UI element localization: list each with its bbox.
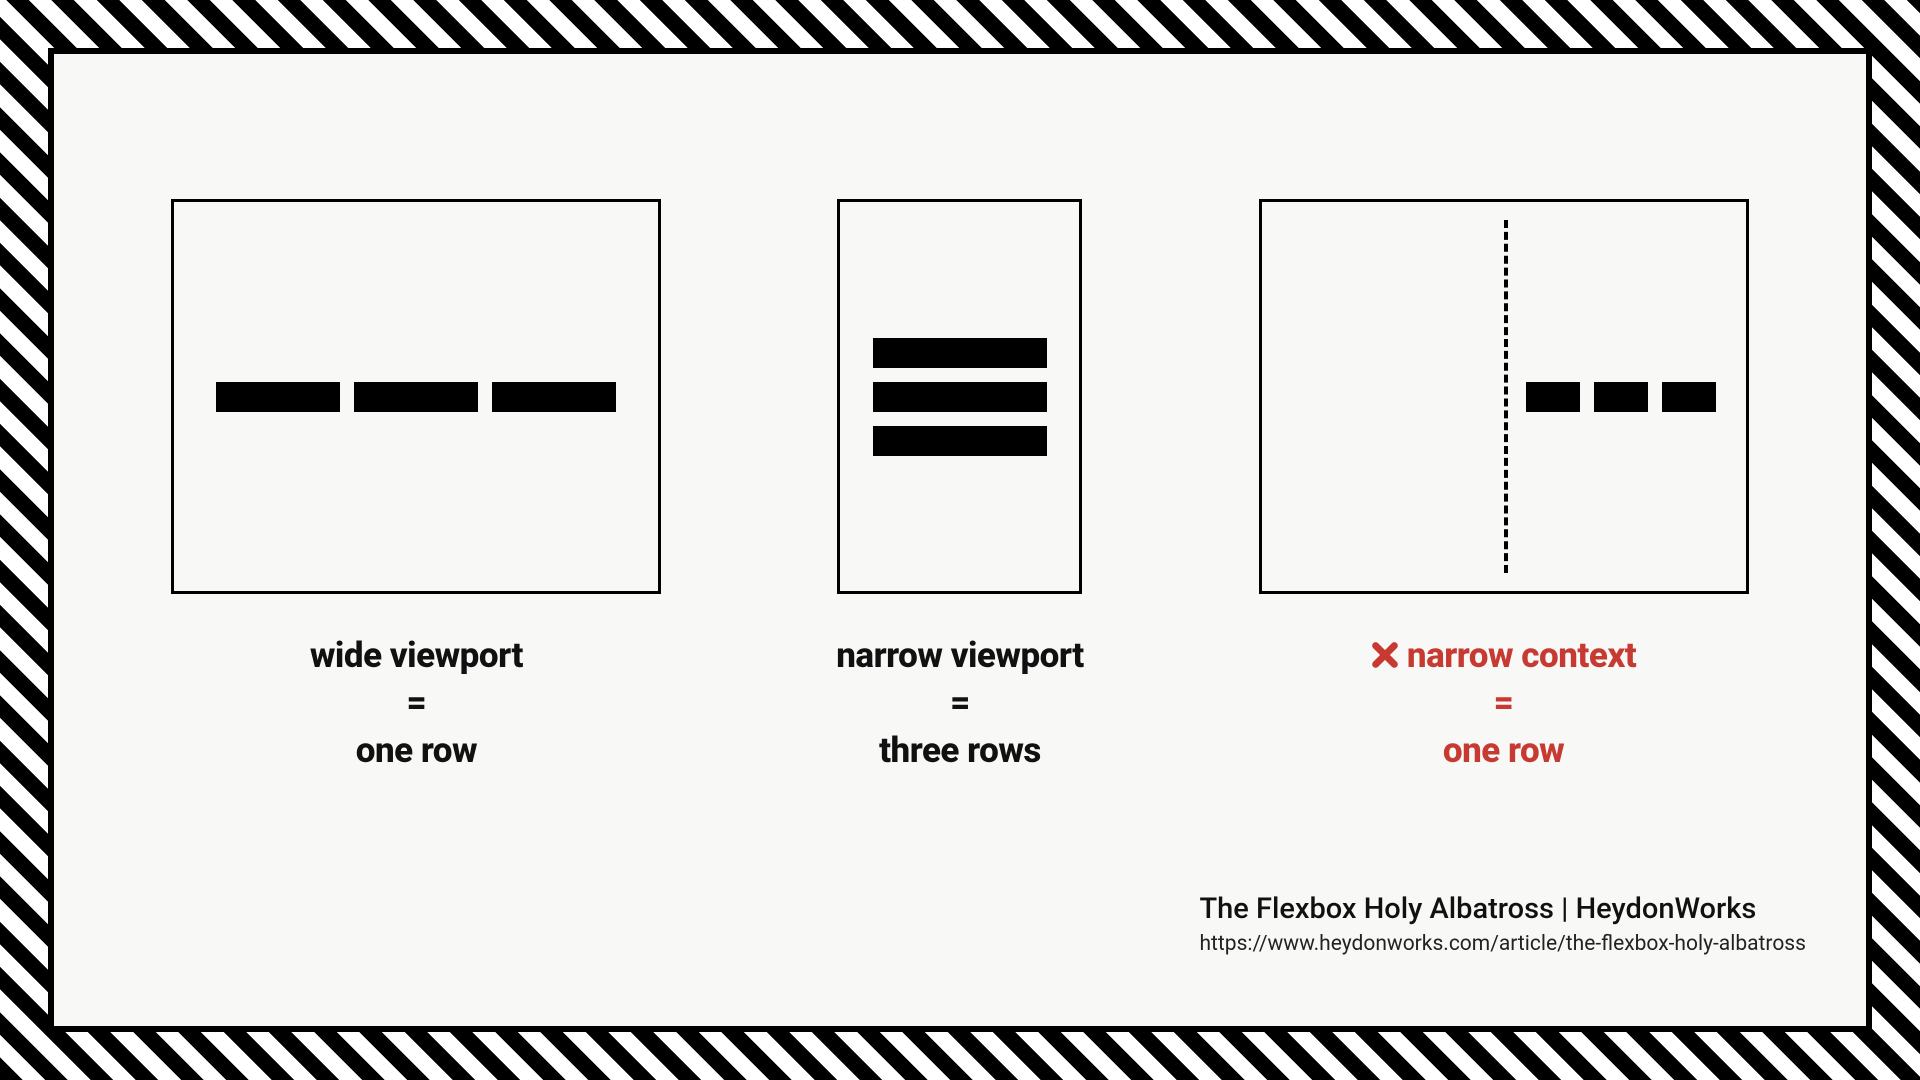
caption-context: narrow context = one row bbox=[1371, 632, 1636, 774]
caption-wide: wide viewport = one row bbox=[310, 632, 523, 774]
diagram-row: wide viewport = one row narrow viewport … bbox=[54, 199, 1866, 774]
credit-url: https://www.heydonworks.com/article/the-… bbox=[1199, 932, 1806, 956]
example-wide: wide viewport = one row bbox=[171, 199, 661, 774]
bars-col bbox=[873, 338, 1047, 456]
viewport-box-wide bbox=[171, 199, 661, 594]
caption-text: narrow context bbox=[1407, 635, 1636, 676]
credit: The Flexbox Holy Albatross | HeydonWorks… bbox=[1199, 892, 1806, 956]
content-bar bbox=[1594, 382, 1648, 412]
content-bar bbox=[1662, 382, 1716, 412]
content-bar bbox=[1526, 382, 1580, 412]
bars-row-context bbox=[1526, 382, 1716, 412]
caption-line: one row bbox=[1371, 727, 1636, 774]
credit-title: The Flexbox Holy Albatross | HeydonWorks bbox=[1199, 892, 1806, 926]
caption-eq: = bbox=[310, 679, 523, 726]
example-narrow: narrow viewport = three rows bbox=[836, 199, 1084, 774]
x-icon bbox=[1371, 641, 1399, 669]
caption-eq: = bbox=[836, 679, 1084, 726]
slide-frame: wide viewport = one row narrow viewport … bbox=[0, 0, 1920, 1080]
content-bar bbox=[873, 426, 1047, 456]
divider-dashed bbox=[1504, 220, 1508, 573]
bars-row bbox=[216, 382, 616, 412]
caption-line: narrow context bbox=[1371, 632, 1636, 679]
content-bar bbox=[216, 382, 340, 412]
caption-narrow: narrow viewport = three rows bbox=[836, 632, 1084, 774]
caption-line: one row bbox=[310, 727, 523, 774]
caption-line: three rows bbox=[836, 727, 1084, 774]
content-bar bbox=[873, 338, 1047, 368]
content-bar bbox=[354, 382, 478, 412]
caption-line: wide viewport bbox=[310, 632, 523, 679]
example-context: narrow context = one row bbox=[1259, 199, 1749, 774]
caption-line: narrow viewport bbox=[836, 632, 1084, 679]
content-bar bbox=[873, 382, 1047, 412]
content-bar bbox=[492, 382, 616, 412]
caption-eq: = bbox=[1371, 679, 1636, 726]
viewport-box-context bbox=[1259, 199, 1749, 594]
slide-panel: wide viewport = one row narrow viewport … bbox=[48, 48, 1872, 1032]
viewport-box-narrow bbox=[837, 199, 1082, 594]
